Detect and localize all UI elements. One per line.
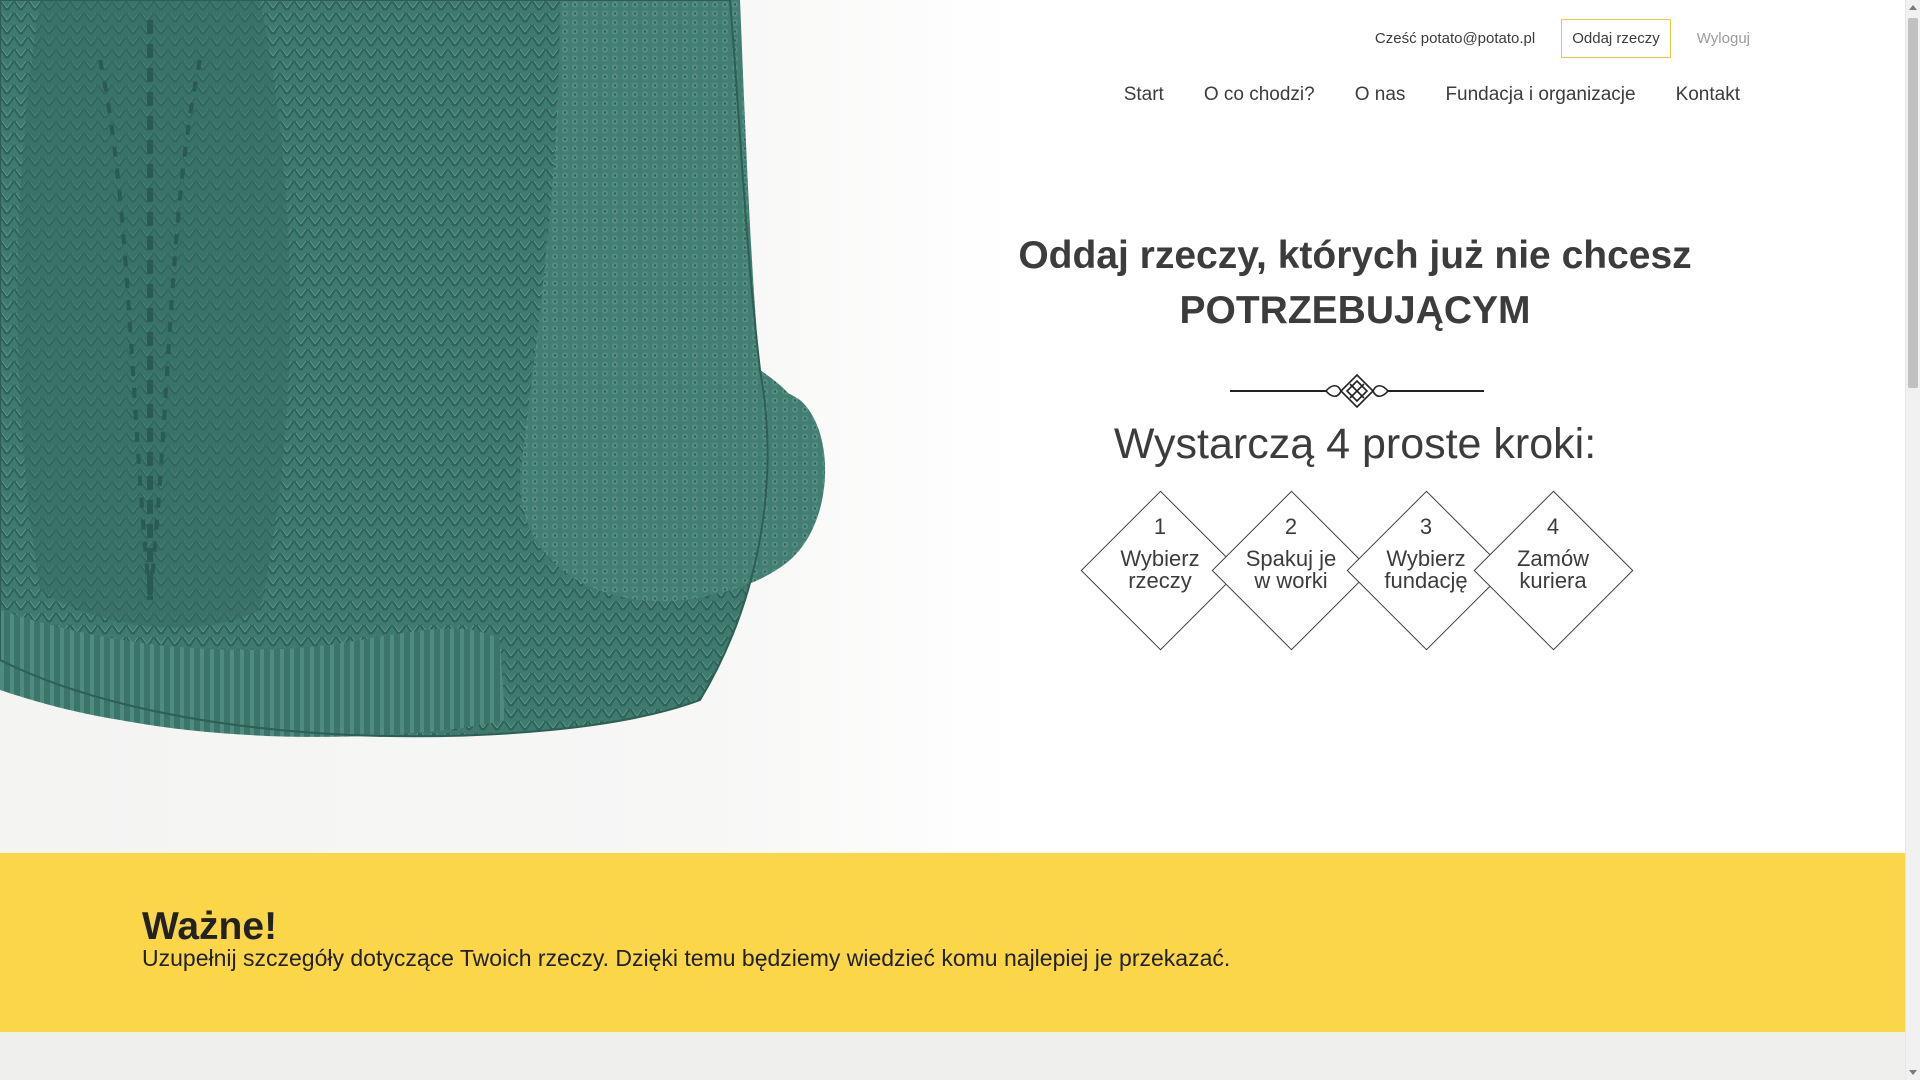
nav-start[interactable]: Start: [1124, 84, 1164, 106]
hero-section: Cześć potato@potato.pl Oddaj rzeczy Wylo…: [0, 0, 1905, 853]
main-nav: Start O co chodzi? O nas Fundacja i orga…: [1124, 84, 1740, 106]
step-label-line2: fundację: [1384, 568, 1468, 593]
user-greeting: Cześć potato@potato.pl: [1374, 30, 1536, 47]
scroll-down-icon[interactable]: [1909, 1070, 1917, 1075]
hero-title: Oddaj rzeczy, których już nie chcesz POT…: [1015, 228, 1695, 338]
nav-contact[interactable]: Kontakt: [1676, 84, 1740, 106]
scroll-up-icon[interactable]: [1909, 5, 1917, 10]
banner-title: Ważne!: [142, 905, 278, 948]
nav-about-us[interactable]: O nas: [1355, 84, 1406, 106]
hero-title-line2: POTRZEBUJĄCYM: [1179, 289, 1531, 332]
next-section: [0, 1032, 1905, 1080]
scrollbar-thumb[interactable]: [1908, 18, 1918, 388]
step-4: 4 Zamów kuriera: [1473, 490, 1634, 651]
step-label-line2: kuriera: [1519, 568, 1587, 593]
important-banner: Ważne! Uzupełnij szczegóły dotyczące Two…: [0, 853, 1905, 1032]
give-items-button[interactable]: Oddaj rzeczy: [1561, 19, 1671, 58]
ornament-divider-icon: [1230, 373, 1484, 409]
nav-foundations[interactable]: Fundacja i organizacje: [1445, 84, 1635, 106]
step-label-line2: rzeczy: [1128, 568, 1192, 593]
account-bar: Cześć potato@potato.pl Oddaj rzeczy Wylo…: [1375, 19, 1750, 58]
sweater-image: [0, 0, 826, 738]
step-number: 4: [1546, 514, 1560, 539]
steps-list: 1 Wybierz rzeczy 2 Spakuj je w worki 3 W…: [1080, 490, 1640, 655]
banner-text: Uzupełnij szczegóły dotyczące Twoich rze…: [142, 945, 1231, 971]
nav-about-idea[interactable]: O co chodzi?: [1204, 84, 1315, 106]
step-label-line2: w worki: [1254, 568, 1328, 593]
steps-title: Wystarczą 4 proste kroki:: [1113, 420, 1597, 468]
page-scrollbar[interactable]: [1905, 0, 1920, 1080]
logout-link[interactable]: Wyloguj: [1697, 30, 1750, 47]
hero-title-line1: Oddaj rzeczy, których już nie chcesz: [1018, 234, 1692, 277]
